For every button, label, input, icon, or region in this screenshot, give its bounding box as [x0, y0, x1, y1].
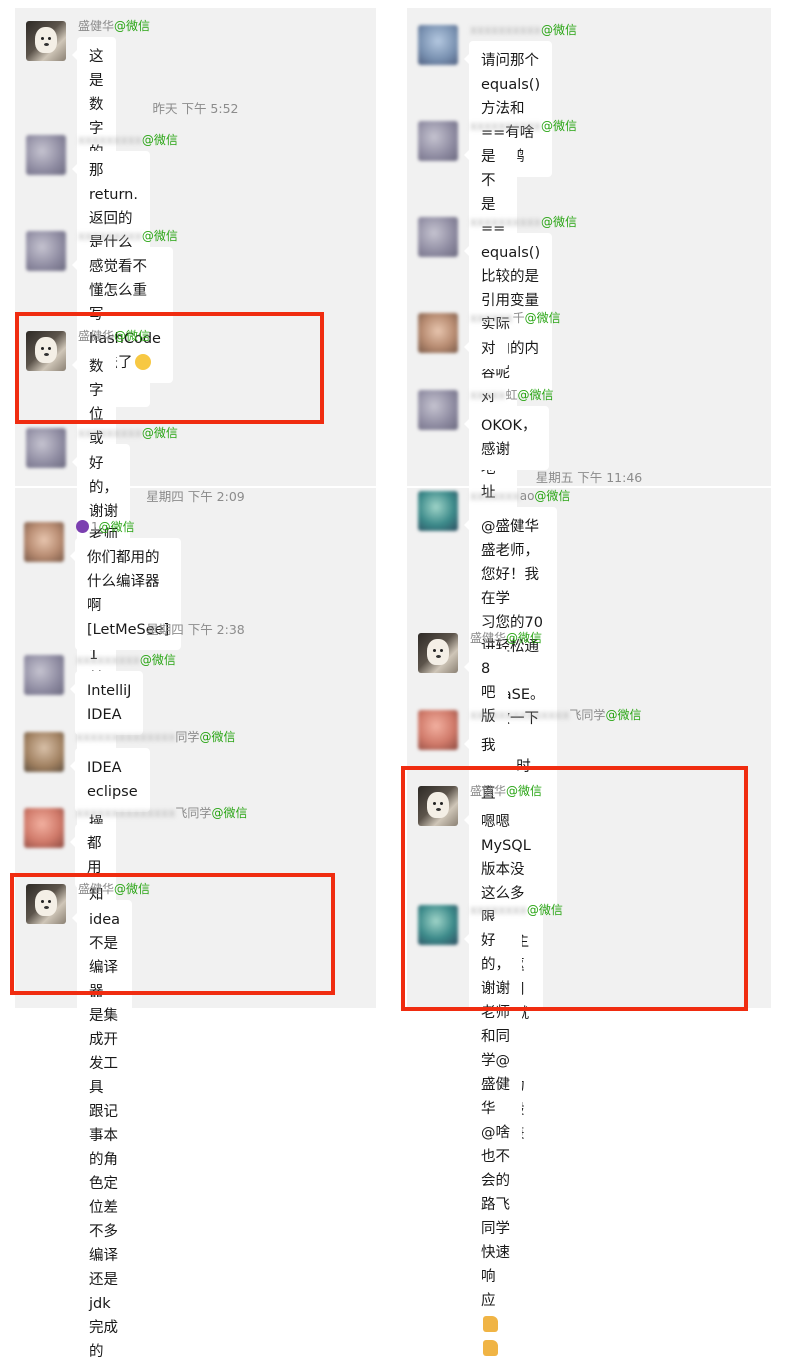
sender-name: xxxxxxxxxx@微信	[470, 23, 578, 37]
avatar[interactable]	[418, 313, 458, 353]
message-bubble[interactable]: IntelliJ IDEA	[69, 671, 144, 735]
timestamp: 星期五 下午 11:46	[535, 470, 643, 485]
sender-name: xxxxxxxxx@微信	[76, 653, 176, 667]
sender-name: 盛健华@微信	[470, 631, 543, 645]
sender-name: xxxxxxxxxxxxxx飞同学@微信	[470, 708, 642, 722]
avatar[interactable]	[24, 732, 64, 772]
avatar[interactable]	[26, 135, 66, 175]
highlight-box	[15, 312, 324, 424]
sender-name: xxxxxxxxx@微信	[78, 133, 178, 147]
timestamp: 星期四 下午 2:09	[146, 489, 245, 504]
chat-panel-right-top	[407, 8, 771, 486]
avatar[interactable]	[418, 710, 458, 750]
highlight-box	[401, 766, 748, 1011]
sender-name: xxxxxxxxx@微信	[78, 229, 178, 243]
avatar[interactable]	[26, 428, 66, 468]
timestamp: 昨天 下午 5:52	[152, 101, 239, 116]
thumbs-up-emoji-icon	[483, 1340, 498, 1356]
highlight-box	[10, 873, 335, 995]
avatar[interactable]	[418, 121, 458, 161]
sender-name: 1@微信	[76, 519, 135, 535]
avatar[interactable]	[418, 25, 458, 65]
avatar[interactable]	[418, 633, 458, 673]
sender-name: xxxxxxxao@微信	[470, 489, 571, 503]
sender-name: 盛健华@微信	[78, 19, 151, 33]
thumbs-up-emoji-icon	[483, 1316, 498, 1332]
devil-emoji-icon	[76, 520, 89, 533]
sender-name: xxxxxxxxx@微信	[78, 426, 178, 440]
avatar[interactable]	[418, 491, 458, 531]
message-bubble[interactable]: 对	[464, 329, 508, 369]
message-bubble[interactable]: OKOK，感谢	[464, 406, 549, 470]
sender-name: xxxxxxxxxx@微信	[470, 215, 578, 229]
sender-name: xxxxxxxxxxxxxx飞同学@微信	[76, 806, 248, 820]
avatar[interactable]	[24, 522, 64, 562]
avatar[interactable]	[24, 655, 64, 695]
avatar[interactable]	[24, 808, 64, 848]
timestamp: 星期四 下午 2:38	[146, 622, 245, 637]
message-bubble[interactable]: IDEA eclipse	[70, 748, 150, 812]
sender-name: xxxxx虹@微信	[470, 388, 554, 402]
avatar[interactable]	[418, 217, 458, 257]
sender-name: xxxxxx千@微信	[470, 311, 561, 325]
avatar[interactable]	[26, 231, 66, 271]
avatar[interactable]	[418, 390, 458, 430]
sender-name: xxxxxxxxxxxxxx同学@微信	[76, 730, 236, 744]
sender-name: xxxxxxxxxx@微信	[470, 119, 578, 133]
avatar[interactable]	[26, 21, 66, 61]
